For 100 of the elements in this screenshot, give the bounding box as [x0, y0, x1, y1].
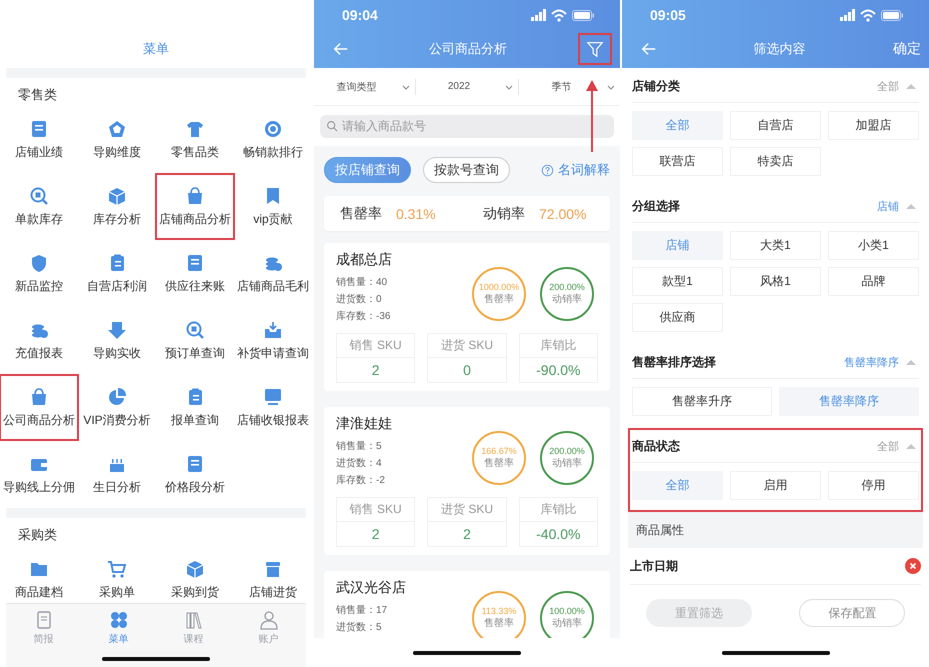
stat-text: 进货数：5	[336, 620, 383, 635]
menu-item[interactable]: 零售品类	[155, 106, 235, 173]
stat-text: 库存数：-36	[336, 310, 392, 324]
menu-item[interactable]: 供应往来账	[155, 240, 235, 307]
monitor-icon	[263, 386, 283, 406]
ring-gauge: 200.00% 动销率	[540, 431, 594, 485]
option-chip[interactable]: 风格1	[730, 267, 821, 296]
ring-gauge: 1000.00% 售罄率	[472, 267, 526, 321]
section-title: 售罄率排序选择	[632, 354, 717, 370]
stat-text: 销售量：40	[336, 276, 388, 290]
menu-item[interactable]: 店铺商品毛利	[233, 240, 312, 307]
query-tab[interactable]: 按款号查询	[423, 157, 510, 183]
option-chip[interactable]: 联营店	[632, 147, 723, 176]
dropdown[interactable]: 季节	[518, 78, 620, 94]
grid-icon	[108, 610, 128, 630]
menu-item[interactable]: 生日分析	[77, 441, 157, 508]
current-value: 售罄率降序	[844, 356, 899, 370]
menu-item[interactable]: 导购维度	[77, 106, 157, 173]
collapse-caret-icon	[905, 357, 917, 367]
metric-label: 进货 SKU	[428, 498, 506, 522]
menu-item[interactable]: 充值报表	[0, 307, 79, 374]
menu-item[interactable]: 报单查询	[155, 374, 235, 441]
option-chip[interactable]: 品牌	[828, 267, 919, 296]
option-chip[interactable]: 加盟店	[828, 111, 919, 140]
store-name: 武汉光谷店	[336, 579, 406, 597]
menu-item[interactable]: 补货申请查询	[233, 307, 312, 374]
collapse-caret-icon	[905, 81, 917, 91]
metric-value: 2	[370, 525, 381, 544]
arrow-down-icon	[107, 320, 127, 340]
wifi-icon	[860, 8, 876, 22]
menu-item[interactable]: 导购线上分佣	[0, 441, 79, 508]
ring-gauge: 200.00% 动销率	[540, 267, 594, 321]
summary-label: 动销率	[483, 204, 525, 222]
stat-text: 库存数：-2	[336, 474, 386, 488]
option-chip[interactable]: 供应商	[632, 303, 723, 332]
filter-button[interactable]	[578, 33, 612, 65]
metric-value: -40.0%	[535, 525, 582, 544]
option-chip[interactable]: 小类1	[828, 231, 919, 260]
metric-label: 库销比	[520, 334, 597, 358]
option-chip[interactable]: 大类1	[730, 231, 821, 260]
option-chip[interactable]: 自营店	[730, 111, 821, 140]
filter-icon	[586, 40, 604, 58]
summary-value: 0.31%	[396, 206, 436, 222]
option-chip[interactable]: 启用	[730, 471, 821, 500]
option-chip[interactable]: 售罄率升序	[632, 387, 772, 416]
menu-item[interactable]: 库存分析	[77, 173, 157, 240]
document-icon	[185, 252, 205, 272]
menu-item[interactable]: 预订单查询	[155, 307, 235, 374]
option-chip[interactable]: 停用	[828, 471, 919, 500]
action-button[interactable]: 保存配置	[799, 599, 906, 627]
collapse-caret-icon	[905, 441, 917, 451]
stat-text: 进货数：0	[336, 292, 383, 307]
screen-title: 菜单	[143, 40, 169, 58]
menu-item[interactable]: 自营店利润	[77, 240, 157, 307]
pie-chart-icon	[107, 386, 127, 406]
stat-text: 销售量：17	[336, 604, 388, 618]
cart-icon	[107, 558, 127, 578]
section-heading: 采购类	[17, 526, 58, 544]
wifi-icon	[551, 8, 567, 22]
summary-label: 售罄率	[340, 204, 382, 222]
metric-value: 2	[370, 361, 381, 380]
magnifier-icon	[185, 320, 205, 340]
menu-item[interactable]: 采购到货	[155, 546, 235, 603]
close-icon	[905, 558, 921, 574]
menu-item[interactable]: 店铺商品分析	[155, 173, 235, 240]
menu-item[interactable]: VIP消费分析	[77, 374, 157, 441]
shield-icon	[29, 252, 49, 272]
annotation-arrow	[586, 80, 598, 152]
menu-item[interactable]: 采购单	[77, 546, 157, 603]
menu-item[interactable]: 新品监控	[0, 240, 79, 307]
question-icon	[541, 164, 554, 176]
dropdown[interactable]: 查询类型	[314, 78, 416, 94]
metric-label: 进货 SKU	[428, 334, 506, 358]
books-icon	[184, 610, 204, 630]
attribute-label: 上市日期	[630, 558, 678, 574]
option-chip[interactable]: 款型1	[632, 267, 723, 296]
menu-item[interactable]: 单款库存	[0, 173, 79, 240]
metric-label: 销售 SKU	[337, 334, 414, 358]
menu-item[interactable]: vip贡献	[233, 173, 312, 240]
dropdown[interactable]: 2022	[416, 78, 519, 94]
menu-item[interactable]: 价格段分析	[155, 441, 235, 508]
metric-label: 销售 SKU	[337, 498, 414, 522]
menu-item[interactable]: 店铺业绩	[0, 106, 79, 173]
menu-item[interactable]: 畅销款排行	[233, 106, 312, 173]
menu-item[interactable]: 导购实收	[77, 307, 157, 374]
screen-title: 公司商品分析	[429, 40, 507, 58]
menu-item[interactable]: 公司商品分析	[0, 374, 79, 441]
menu-item[interactable]: 店铺收银报表	[233, 374, 312, 441]
menu-item[interactable]: 店铺进货	[233, 546, 312, 603]
section-title: 店铺分类	[632, 78, 681, 94]
person-icon	[258, 610, 278, 630]
menu-item[interactable]: 商品建档	[0, 546, 79, 603]
remove-button[interactable]	[905, 558, 921, 574]
status-time: 09:05	[650, 7, 686, 23]
summary-value: 72.00%	[539, 206, 586, 222]
stat-text: 进货数：4	[336, 456, 383, 471]
option-chip[interactable]: 特卖店	[730, 147, 821, 176]
battery-icon	[572, 10, 594, 20]
magnifier-icon	[29, 186, 49, 206]
search-field[interactable]: 请输入商品款号	[320, 114, 614, 138]
